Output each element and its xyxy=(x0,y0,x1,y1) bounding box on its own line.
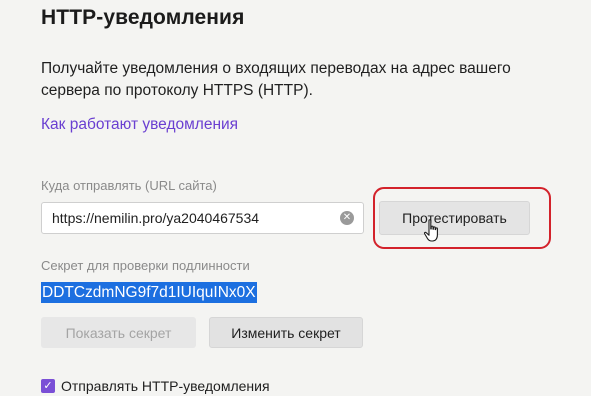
secret-value-selected[interactable]: DDTCzdmNG9f7d1IUIquINx0X xyxy=(41,282,257,303)
secret-label: Секрет для проверки подлинности xyxy=(41,258,250,273)
send-notifications-label: Отправлять HTTP-уведомления xyxy=(61,378,270,394)
send-notifications-checkbox-row[interactable]: ✓ Отправлять HTTP-уведомления xyxy=(41,376,270,396)
how-notifications-work-link[interactable]: Как работают уведомления xyxy=(41,116,238,134)
section-description: Получайте уведомления о входящих перевод… xyxy=(41,60,511,99)
test-button[interactable]: Протестировать xyxy=(379,201,530,235)
url-field: ✕ xyxy=(41,202,364,234)
section-title: HTTP-уведомления xyxy=(41,6,245,29)
clear-icon[interactable]: ✕ xyxy=(340,211,354,225)
url-input[interactable] xyxy=(42,203,342,233)
hand-pointer-icon xyxy=(423,219,438,242)
change-secret-button[interactable]: Изменить секрет xyxy=(209,317,363,348)
http-notifications-section: HTTP-уведомления Получайте уведомления о… xyxy=(0,0,591,394)
show-secret-button[interactable]: Показать секрет xyxy=(41,317,196,348)
checkbox-checked-icon[interactable]: ✓ xyxy=(41,379,55,393)
url-field-label: Куда отправлять (URL сайта) xyxy=(41,178,217,193)
